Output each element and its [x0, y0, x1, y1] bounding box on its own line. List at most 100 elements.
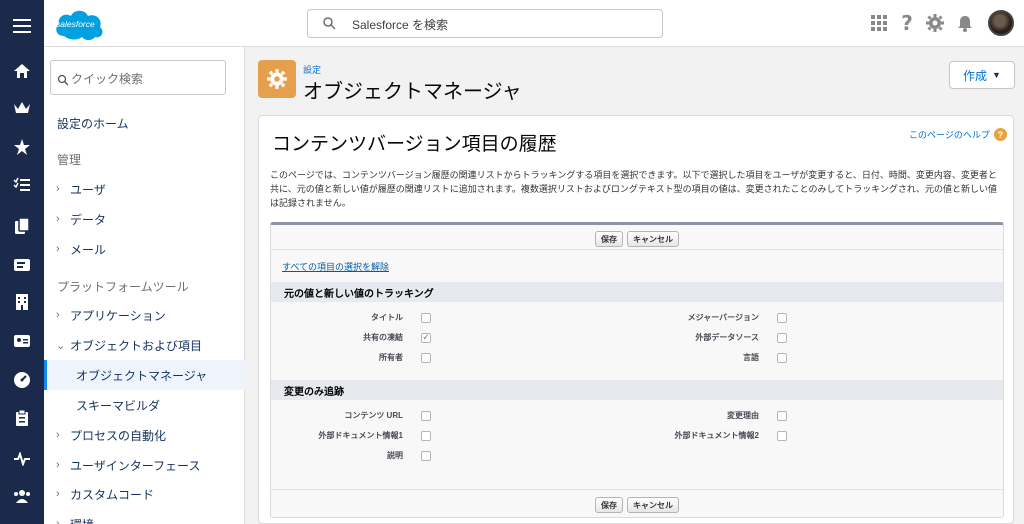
sidebar-item-setup-home[interactable]: 設定のホーム: [44, 108, 245, 138]
sidebar-item-object-manager[interactable]: オブジェクトマネージャ: [44, 360, 245, 390]
sidebar-item-email[interactable]: › メール: [44, 234, 245, 264]
sidebar-item-schema-builder[interactable]: スキーマビルダ: [44, 390, 245, 420]
gear-icon[interactable]: [924, 12, 946, 34]
checkbox-external-doc-info2[interactable]: [777, 431, 787, 441]
pulse-icon[interactable]: [0, 445, 44, 473]
bottom-button-row: 保存 キャンセル: [271, 493, 1003, 517]
global-search-input[interactable]: Salesforce を検索: [307, 9, 663, 38]
checkbox-external-data-source[interactable]: [777, 333, 787, 343]
contact-card-icon[interactable]: [0, 327, 44, 355]
help-icon[interactable]: ?: [896, 11, 918, 35]
sidebar-item-objects-fields[interactable]: ⌄ オブジェクトおよび項目: [44, 330, 245, 360]
salesforce-logo[interactable]: salesforce: [52, 6, 106, 42]
field-label-content-url: コンテンツ URL: [344, 411, 403, 420]
deselect-all-link[interactable]: すべての項目の選択を解除: [282, 260, 389, 273]
chevron-right-icon: ›: [56, 309, 60, 321]
cancel-button[interactable]: キャンセル: [627, 231, 679, 247]
sidebar-section-admin: 管理: [44, 144, 245, 174]
global-nav-rail: [0, 0, 44, 524]
sidebar-item-process-automation[interactable]: › プロセスの自動化: [44, 420, 245, 450]
sidebar-item-label: アプリケーション: [70, 308, 166, 323]
field-label-external-doc-info1: 外部ドキュメント情報1: [318, 431, 403, 440]
section-header-track-changes-only: 変更のみ追跡: [271, 380, 1003, 400]
chevron-right-icon: ›: [56, 429, 60, 441]
people-icon[interactable]: [0, 482, 44, 510]
field-label-external-data-source: 外部データソース: [695, 333, 759, 342]
sidebar-item-label: ユーザインターフェース: [70, 458, 201, 473]
checkbox-external-doc-info1[interactable]: [421, 431, 431, 441]
help-link[interactable]: このページのヘルプ ?: [909, 128, 1007, 141]
create-button-label: 作成: [963, 68, 988, 83]
cards-icon[interactable]: [0, 251, 44, 279]
checkbox-title[interactable]: [421, 313, 431, 323]
sidebar-item-data[interactable]: › データ: [44, 204, 245, 234]
chevron-right-icon: ›: [56, 488, 60, 500]
cancel-button[interactable]: キャンセル: [627, 497, 679, 513]
divider: [271, 489, 1003, 490]
checkbox-owner[interactable]: [421, 353, 431, 363]
sidebar-item-custom-code[interactable]: › カスタムコード: [44, 479, 245, 509]
page-title: オブジェクトマネージャ: [303, 79, 522, 103]
copy-icon[interactable]: [0, 212, 44, 240]
field-history-card: コンテンツバージョン項目の履歴 このページのヘルプ ? このページでは、コンテン…: [258, 115, 1014, 524]
clipboard-icon[interactable]: [0, 404, 44, 432]
sidebar-item-label: オブジェクトマネージャ: [76, 368, 208, 383]
checkbox-reason-for-change[interactable]: [777, 411, 787, 421]
checkbox-major-version[interactable]: [777, 313, 787, 323]
sidebar-item-user-interface[interactable]: › ユーザインターフェース: [44, 450, 245, 480]
create-button[interactable]: 作成 ▼: [949, 61, 1015, 89]
bell-icon[interactable]: [954, 12, 976, 34]
logo-text: salesforce: [56, 19, 95, 29]
sidebar-item-label: プロセスの自動化: [70, 428, 167, 443]
search-icon: [57, 71, 69, 86]
checkbox-description[interactable]: [421, 451, 431, 461]
checkbox-language[interactable]: [777, 353, 787, 363]
sidebar-item-label: 環境: [70, 516, 94, 524]
building-icon[interactable]: [0, 288, 44, 316]
sidebar-item-label: データ: [70, 212, 107, 227]
star-icon[interactable]: [0, 133, 44, 161]
field-label-reason-for-change: 変更理由: [727, 411, 759, 420]
save-button[interactable]: 保存: [595, 497, 623, 513]
sidebar-item-label: ユーザ: [70, 182, 106, 197]
checkbox-sharing-frozen[interactable]: ✓: [421, 333, 431, 343]
chevron-right-icon: ›: [56, 459, 60, 471]
sidebar-item-environments[interactable]: › 環境: [44, 509, 245, 524]
chevron-down-icon: ⌄: [56, 339, 66, 352]
save-button[interactable]: 保存: [595, 231, 623, 247]
sidebar-item-users[interactable]: › ユーザ: [44, 174, 245, 204]
sidebar-section-platform-tools: プラットフォームツール: [44, 271, 245, 301]
menu-icon[interactable]: [0, 12, 44, 40]
search-icon: [322, 15, 336, 30]
home-icon[interactable]: [0, 57, 44, 85]
sidebar-item-label: オブジェクトおよび項目: [70, 338, 203, 353]
checklist-icon[interactable]: [0, 171, 44, 199]
gauge-icon[interactable]: [0, 366, 44, 394]
field-label-description: 説明: [387, 451, 403, 460]
avatar[interactable]: [988, 10, 1014, 36]
checkbox-content-url[interactable]: [421, 411, 431, 421]
crown-icon[interactable]: [0, 94, 44, 122]
field-history-form: 保存 キャンセル すべての項目の選択を解除 元の値と新しい値のトラッキング タイ…: [270, 222, 1004, 518]
setup-sidebar: クイック検索 設定のホーム 管理 › ユーザ › データ › メール プラットフォーム…: [44, 47, 245, 524]
chevron-right-icon: ›: [56, 213, 60, 225]
chevron-right-icon: ›: [56, 243, 60, 255]
global-header: salesforce Salesforce を検索 ?: [44, 0, 1024, 47]
quick-search-input[interactable]: クイック検索: [50, 60, 226, 95]
app-launcher-icon[interactable]: [868, 12, 890, 34]
sidebar-section-label: 管理: [57, 152, 82, 167]
caret-down-icon: ▼: [992, 70, 1001, 80]
field-label-major-version: メジャーバージョン: [687, 313, 759, 322]
field-label-title: タイトル: [371, 313, 403, 322]
sidebar-item-apps[interactable]: › アプリケーション: [44, 300, 245, 330]
chevron-right-icon: ›: [56, 518, 60, 524]
divider: [271, 249, 1003, 250]
top-button-row: 保存 キャンセル: [271, 227, 1003, 251]
field-label-sharing-frozen: 共有の凍結: [363, 333, 403, 342]
field-label-language: 言語: [743, 353, 759, 362]
sidebar-section-label: プラットフォームツール: [57, 279, 189, 294]
quick-search-placeholder: クイック検索: [71, 72, 144, 86]
field-label-external-doc-info2: 外部ドキュメント情報2: [674, 431, 759, 440]
help-link-label: このページのヘルプ: [909, 130, 990, 140]
search-placeholder: Salesforce を検索: [352, 18, 449, 32]
